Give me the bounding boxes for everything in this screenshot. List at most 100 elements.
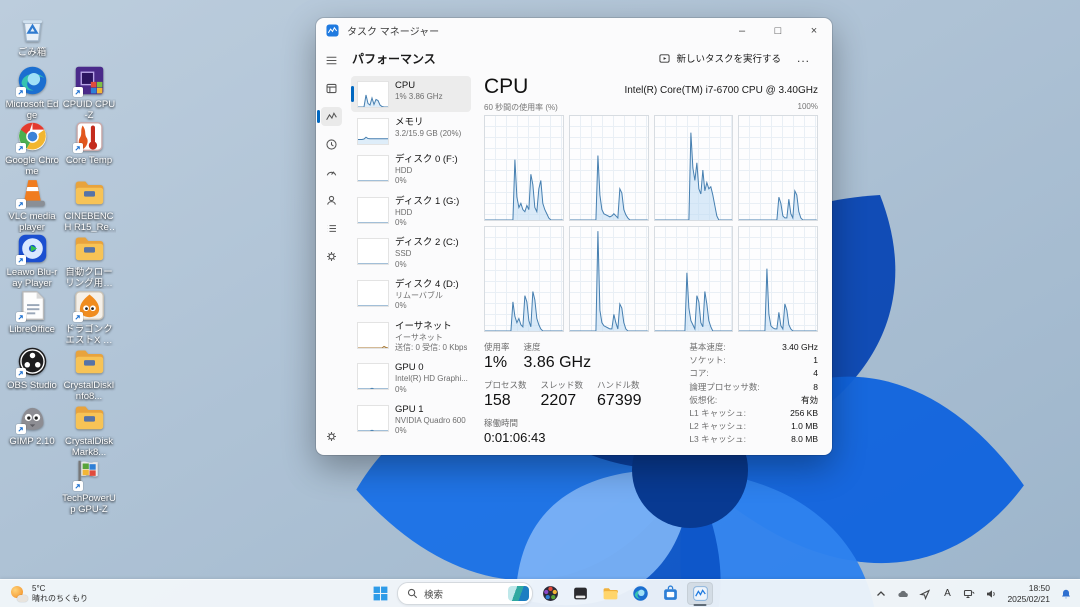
desktop-icon-gimp-13[interactable]: GIMP 2.10 (5, 401, 59, 447)
network-icon[interactable] (961, 586, 977, 602)
perf-item-イーサネット[interactable]: イーサネットイーサネット送信: 0 受信: 0 Kbps (351, 317, 471, 358)
minimize-button[interactable]: – (724, 18, 760, 43)
start-button[interactable] (367, 582, 393, 605)
rail-tab-details[interactable] (321, 219, 342, 238)
perf-item-GPU1[interactable]: GPU 1NVIDIA Quadro 6000% (351, 400, 471, 441)
taskbar-clock[interactable]: 18:502025/02/21 (1005, 583, 1052, 603)
perf-item-sub: 0% (395, 176, 458, 186)
perf-thumbnail-graph (357, 363, 389, 390)
colorful-app-taskbar-icon[interactable] (537, 582, 563, 605)
shortcut-arrow-icon (73, 481, 83, 491)
desktop-icon-doc-9[interactable]: LibreOffice (5, 289, 59, 335)
folder-icon (73, 345, 106, 378)
detail-value: 4 (813, 368, 818, 378)
desktop-icon-folder-6[interactable]: CINEBENCH R15_Result (62, 176, 116, 233)
edge-icon (16, 64, 49, 97)
desktop-icon-winflag-15[interactable]: TechPowerUp GPU-Z (62, 458, 116, 515)
window-titlebar[interactable]: タスク マネージャー – □ × (316, 18, 832, 43)
perf-item-ディスク4D[interactable]: ディスク 4 (D:)リムーバブル0% (351, 275, 471, 316)
rail-tab-performance[interactable] (321, 107, 342, 126)
desktop-icon-disc-7[interactable]: Leawo Blu-ray Player (5, 232, 59, 289)
stat-label: 使用率 (484, 341, 510, 353)
perf-item-CPU[interactable]: CPU1% 3.86 GHz (351, 76, 471, 112)
task-manager-taskbar-icon[interactable] (687, 582, 713, 605)
weather-condition: 晴れのちくもり (32, 594, 88, 604)
shortcut-arrow-icon (73, 312, 83, 322)
chip-icon (73, 64, 106, 97)
perf-item-sub: 0% (395, 426, 466, 436)
desktop-icon-chrome-3[interactable]: Google Chrome (5, 120, 59, 177)
run-new-task-button[interactable]: 新しいタスクを実行する (651, 47, 789, 69)
perf-item-メモリ[interactable]: メモリ3.2/15.9 GB (20%) (351, 113, 471, 149)
hidden-icons-chevron-icon[interactable] (873, 586, 889, 602)
rail-tab-processes[interactable] (321, 79, 342, 98)
desktop-icon-folder-14[interactable]: CrystalDiskMark8... (62, 401, 116, 458)
desktop-icon-thermo-4[interactable]: Core Temp (62, 120, 116, 166)
perf-item-name: CPU (395, 80, 443, 92)
perf-item-ディスク1G[interactable]: ディスク 1 (G:)HDD0% (351, 192, 471, 233)
close-button[interactable]: × (796, 18, 832, 43)
stat-label: ハンドル数 (597, 379, 642, 391)
shortcut-arrow-icon (73, 87, 83, 97)
desktop-icon-label: LibreOffice (5, 324, 59, 335)
shortcut-arrow-icon (16, 312, 26, 322)
more-options-button[interactable]: ... (789, 49, 818, 67)
desktop-icon-chip-2[interactable]: CPUID CPU-Z (62, 64, 116, 121)
rail-tab-app-history[interactable] (321, 135, 342, 154)
desktop-icon-folder-8[interactable]: 自動クローリング用フォルダ (62, 232, 116, 289)
rail-tab-users[interactable] (321, 191, 342, 210)
settings-button[interactable] (321, 427, 342, 446)
desktop-icon-folder-12[interactable]: CrystalDiskInfo8... (62, 345, 116, 402)
detail-value: 有効 (801, 395, 818, 405)
graph-max-label: 100% (798, 102, 818, 113)
perf-item-ディスク0F[interactable]: ディスク 0 (F:)HDD0% (351, 150, 471, 191)
cpu-pane-title: CPU (484, 75, 528, 99)
dark-app-taskbar-icon[interactable] (567, 582, 593, 605)
location-arrow-icon[interactable] (917, 586, 933, 602)
detail-value: 256 KB (790, 408, 818, 418)
file-explorer-taskbar-icon[interactable] (597, 582, 623, 605)
shortcut-arrow-icon (16, 87, 26, 97)
volume-icon[interactable] (983, 586, 999, 602)
doc-icon (16, 289, 49, 322)
thermo-icon (73, 120, 106, 153)
perf-item-sub: 送信: 0 受信: 0 Kbps (395, 343, 467, 353)
rail-tab-navigation-menu[interactable] (321, 51, 342, 70)
detail-row: 基本速度:3.40 GHz (689, 342, 818, 352)
maximize-button[interactable]: □ (760, 18, 796, 43)
cpu-core-graph-4 (484, 226, 564, 332)
shortcut-arrow-icon (16, 143, 26, 153)
perf-item-sub: 0% (395, 301, 459, 311)
perf-thumbnail-graph (357, 280, 389, 307)
desktop-icon-vlc-5[interactable]: VLC media player (5, 176, 59, 233)
detail-value: 8.0 MB (791, 434, 818, 444)
notification-bell-icon[interactable] (1058, 586, 1074, 602)
ime-mode-indicator[interactable]: A (939, 586, 955, 602)
perf-item-GPU0[interactable]: GPU 0Intel(R) HD Graphi...0% (351, 358, 471, 399)
edge-taskbar-icon[interactable] (627, 582, 653, 605)
stat-使用率: 使用率1% (484, 341, 510, 372)
uptime-value: 0:01:06:43 (484, 430, 675, 445)
perf-item-ディスク2C[interactable]: ディスク 2 (C:)SSD0% (351, 233, 471, 274)
onedrive-icon[interactable] (895, 586, 911, 602)
store-taskbar-icon[interactable] (657, 582, 683, 605)
perf-thumbnail-graph (357, 81, 389, 108)
cpu-stats: 使用率1%速度3.86 GHz プロセス数158スレッド数2207ハンドル数67… (484, 341, 818, 445)
perf-item-sub: NVIDIA Quadro 600 (395, 416, 466, 426)
search-highlight-image[interactable] (508, 586, 529, 601)
perf-item-name: メモリ (395, 117, 461, 129)
stat-value: 67399 (597, 392, 642, 410)
rail-tab-startup-apps[interactable] (321, 163, 342, 182)
desktop-icon-slime-10[interactable]: ドラゴンクエストX ベンチマークソフト (62, 289, 116, 346)
desktop-icon-edge-1[interactable]: Microsoft Edge (5, 64, 59, 121)
rail-tab-services[interactable] (321, 247, 342, 266)
perf-thumbnail-graph (357, 197, 389, 224)
stat-プロセス数: プロセス数158 (484, 379, 527, 410)
gimp-icon (16, 401, 49, 434)
desktop-icon-recycle-0[interactable]: ごみ箱 (5, 12, 59, 58)
detail-label: 論理プロセッサ数: (689, 382, 759, 392)
weather-widget[interactable]: 5°C 晴れのちくもり (5, 580, 94, 607)
uptime-label: 稼働時間 (484, 417, 675, 429)
desktop-icon-obs-11[interactable]: OBS Studio (5, 345, 59, 391)
taskbar-search-box[interactable]: 検索 (397, 582, 533, 605)
